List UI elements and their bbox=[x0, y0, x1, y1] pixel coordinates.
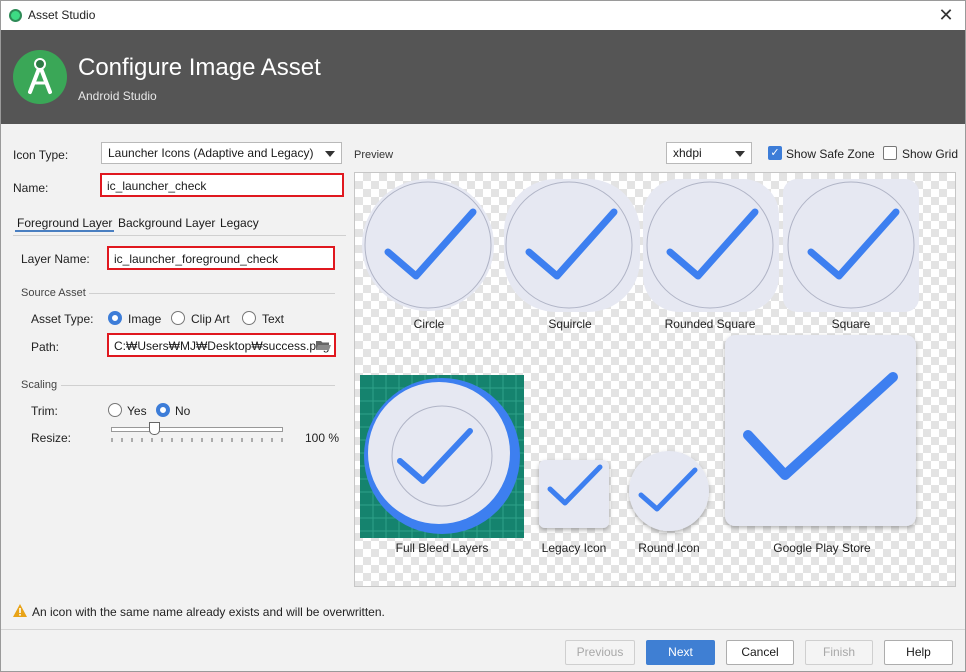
scaling-divider bbox=[61, 385, 335, 386]
trim-yes-label: Yes bbox=[127, 404, 147, 418]
scaling-label: Scaling bbox=[21, 379, 58, 391]
show-safe-zone-label: Show Safe Zone bbox=[786, 147, 875, 161]
trim-label: Trim: bbox=[31, 404, 58, 418]
slider-ticks bbox=[111, 438, 283, 442]
circle-icon-preview bbox=[362, 179, 494, 311]
icon-label-legacy: Legacy Icon bbox=[541, 541, 607, 555]
asset-type-clipart-label: Clip Art bbox=[191, 312, 230, 326]
source-asset-label: Source Asset bbox=[21, 287, 86, 299]
full-bleed-icon-preview bbox=[360, 375, 524, 538]
layer-name-field[interactable]: ic_launcher_foreground_check bbox=[107, 246, 335, 270]
asset-type-clipart-radio[interactable] bbox=[171, 311, 185, 325]
chevron-down-icon bbox=[735, 151, 745, 157]
preview-panel: Circle Squircle Rounded Square Square Fu… bbox=[354, 172, 956, 587]
icon-label-circle: Circle bbox=[413, 317, 445, 331]
asset-type-label: Asset Type: bbox=[31, 312, 94, 326]
path-field[interactable]: C:₩Users₩MJ₩Desktop₩success.png bbox=[107, 333, 336, 357]
density-select[interactable]: xhdpi bbox=[666, 142, 752, 164]
chevron-down-icon bbox=[325, 151, 335, 157]
android-studio-icon bbox=[9, 9, 22, 22]
preview-icons bbox=[360, 179, 919, 538]
squircle-icon-preview bbox=[504, 179, 640, 312]
asset-studio-window: Asset Studio ✕ Configure Image Asset And… bbox=[0, 0, 966, 672]
rounded-square-icon-preview bbox=[643, 179, 779, 312]
window-title: Asset Studio bbox=[28, 8, 96, 22]
show-grid-checkbox[interactable] bbox=[883, 146, 897, 160]
icon-type-label: Icon Type: bbox=[13, 148, 69, 162]
icon-type-value: Launcher Icons (Adaptive and Legacy) bbox=[108, 146, 314, 160]
square-icon-preview bbox=[783, 179, 919, 312]
density-value: xhdpi bbox=[673, 146, 702, 160]
page-title: Configure Image Asset bbox=[78, 54, 321, 81]
help-button[interactable]: Help bbox=[884, 640, 953, 665]
show-safe-zone-checkbox[interactable]: ✓ bbox=[768, 146, 782, 160]
round-icon-preview bbox=[629, 451, 709, 531]
slider-thumb[interactable] bbox=[149, 422, 160, 435]
page-subtitle: Android Studio bbox=[78, 89, 157, 103]
legacy-icon-preview bbox=[539, 460, 609, 528]
show-grid-label: Show Grid bbox=[902, 147, 959, 161]
title-bar: Asset Studio ✕ bbox=[1, 1, 965, 30]
warning-message: An icon with the same name already exist… bbox=[32, 605, 385, 619]
tab-background-layer[interactable]: Background Layer bbox=[116, 216, 217, 230]
path-value: C:₩Users₩MJ₩Desktop₩success.png bbox=[114, 339, 330, 353]
slider-track bbox=[111, 427, 283, 432]
finish-button[interactable]: Finish bbox=[805, 640, 873, 665]
trim-no-label: No bbox=[175, 404, 191, 418]
icon-label-rounded-square: Rounded Square bbox=[664, 317, 756, 331]
folder-icon[interactable] bbox=[315, 339, 331, 354]
resize-value: 100 % bbox=[305, 431, 340, 445]
icon-label-google-play: Google Play Store bbox=[773, 541, 871, 555]
resize-label: Resize: bbox=[31, 431, 72, 445]
path-label: Path: bbox=[31, 340, 60, 354]
icon-label-round: Round Icon bbox=[638, 541, 700, 555]
tab-divider bbox=[13, 235, 346, 236]
tab-foreground-layer[interactable]: Foreground Layer bbox=[15, 216, 115, 232]
cancel-button[interactable]: Cancel bbox=[726, 640, 794, 665]
asset-type-image-radio[interactable] bbox=[108, 311, 122, 325]
asset-type-text-label: Text bbox=[262, 312, 285, 326]
name-field[interactable]: ic_launcher_check bbox=[100, 173, 344, 197]
icon-label-square: Square bbox=[831, 317, 871, 331]
footer-divider bbox=[1, 629, 965, 630]
android-studio-logo bbox=[13, 50, 67, 104]
header-banner: Configure Image Asset Android Studio bbox=[1, 30, 965, 124]
name-label: Name: bbox=[13, 181, 49, 195]
warning-icon bbox=[13, 604, 27, 620]
tab-legacy[interactable]: Legacy bbox=[218, 216, 261, 230]
resize-slider[interactable] bbox=[111, 422, 283, 446]
close-icon[interactable]: ✕ bbox=[935, 4, 957, 26]
source-asset-divider bbox=[89, 293, 335, 294]
icon-label-squircle: Squircle bbox=[548, 317, 592, 331]
asset-type-text-radio[interactable] bbox=[242, 311, 256, 325]
asset-type-image-label: Image bbox=[128, 312, 162, 326]
preview-label: Preview bbox=[354, 149, 394, 161]
next-button[interactable]: Next bbox=[646, 640, 715, 665]
trim-yes-radio[interactable] bbox=[108, 403, 122, 417]
trim-no-radio[interactable] bbox=[156, 403, 170, 417]
icon-type-select[interactable]: Launcher Icons (Adaptive and Legacy) bbox=[101, 142, 342, 164]
layer-name-label: Layer Name: bbox=[21, 252, 90, 266]
google-play-icon-preview bbox=[725, 335, 916, 526]
icon-label-full-bleed: Full Bleed Layers bbox=[395, 541, 489, 555]
previous-button[interactable]: Previous bbox=[565, 640, 635, 665]
